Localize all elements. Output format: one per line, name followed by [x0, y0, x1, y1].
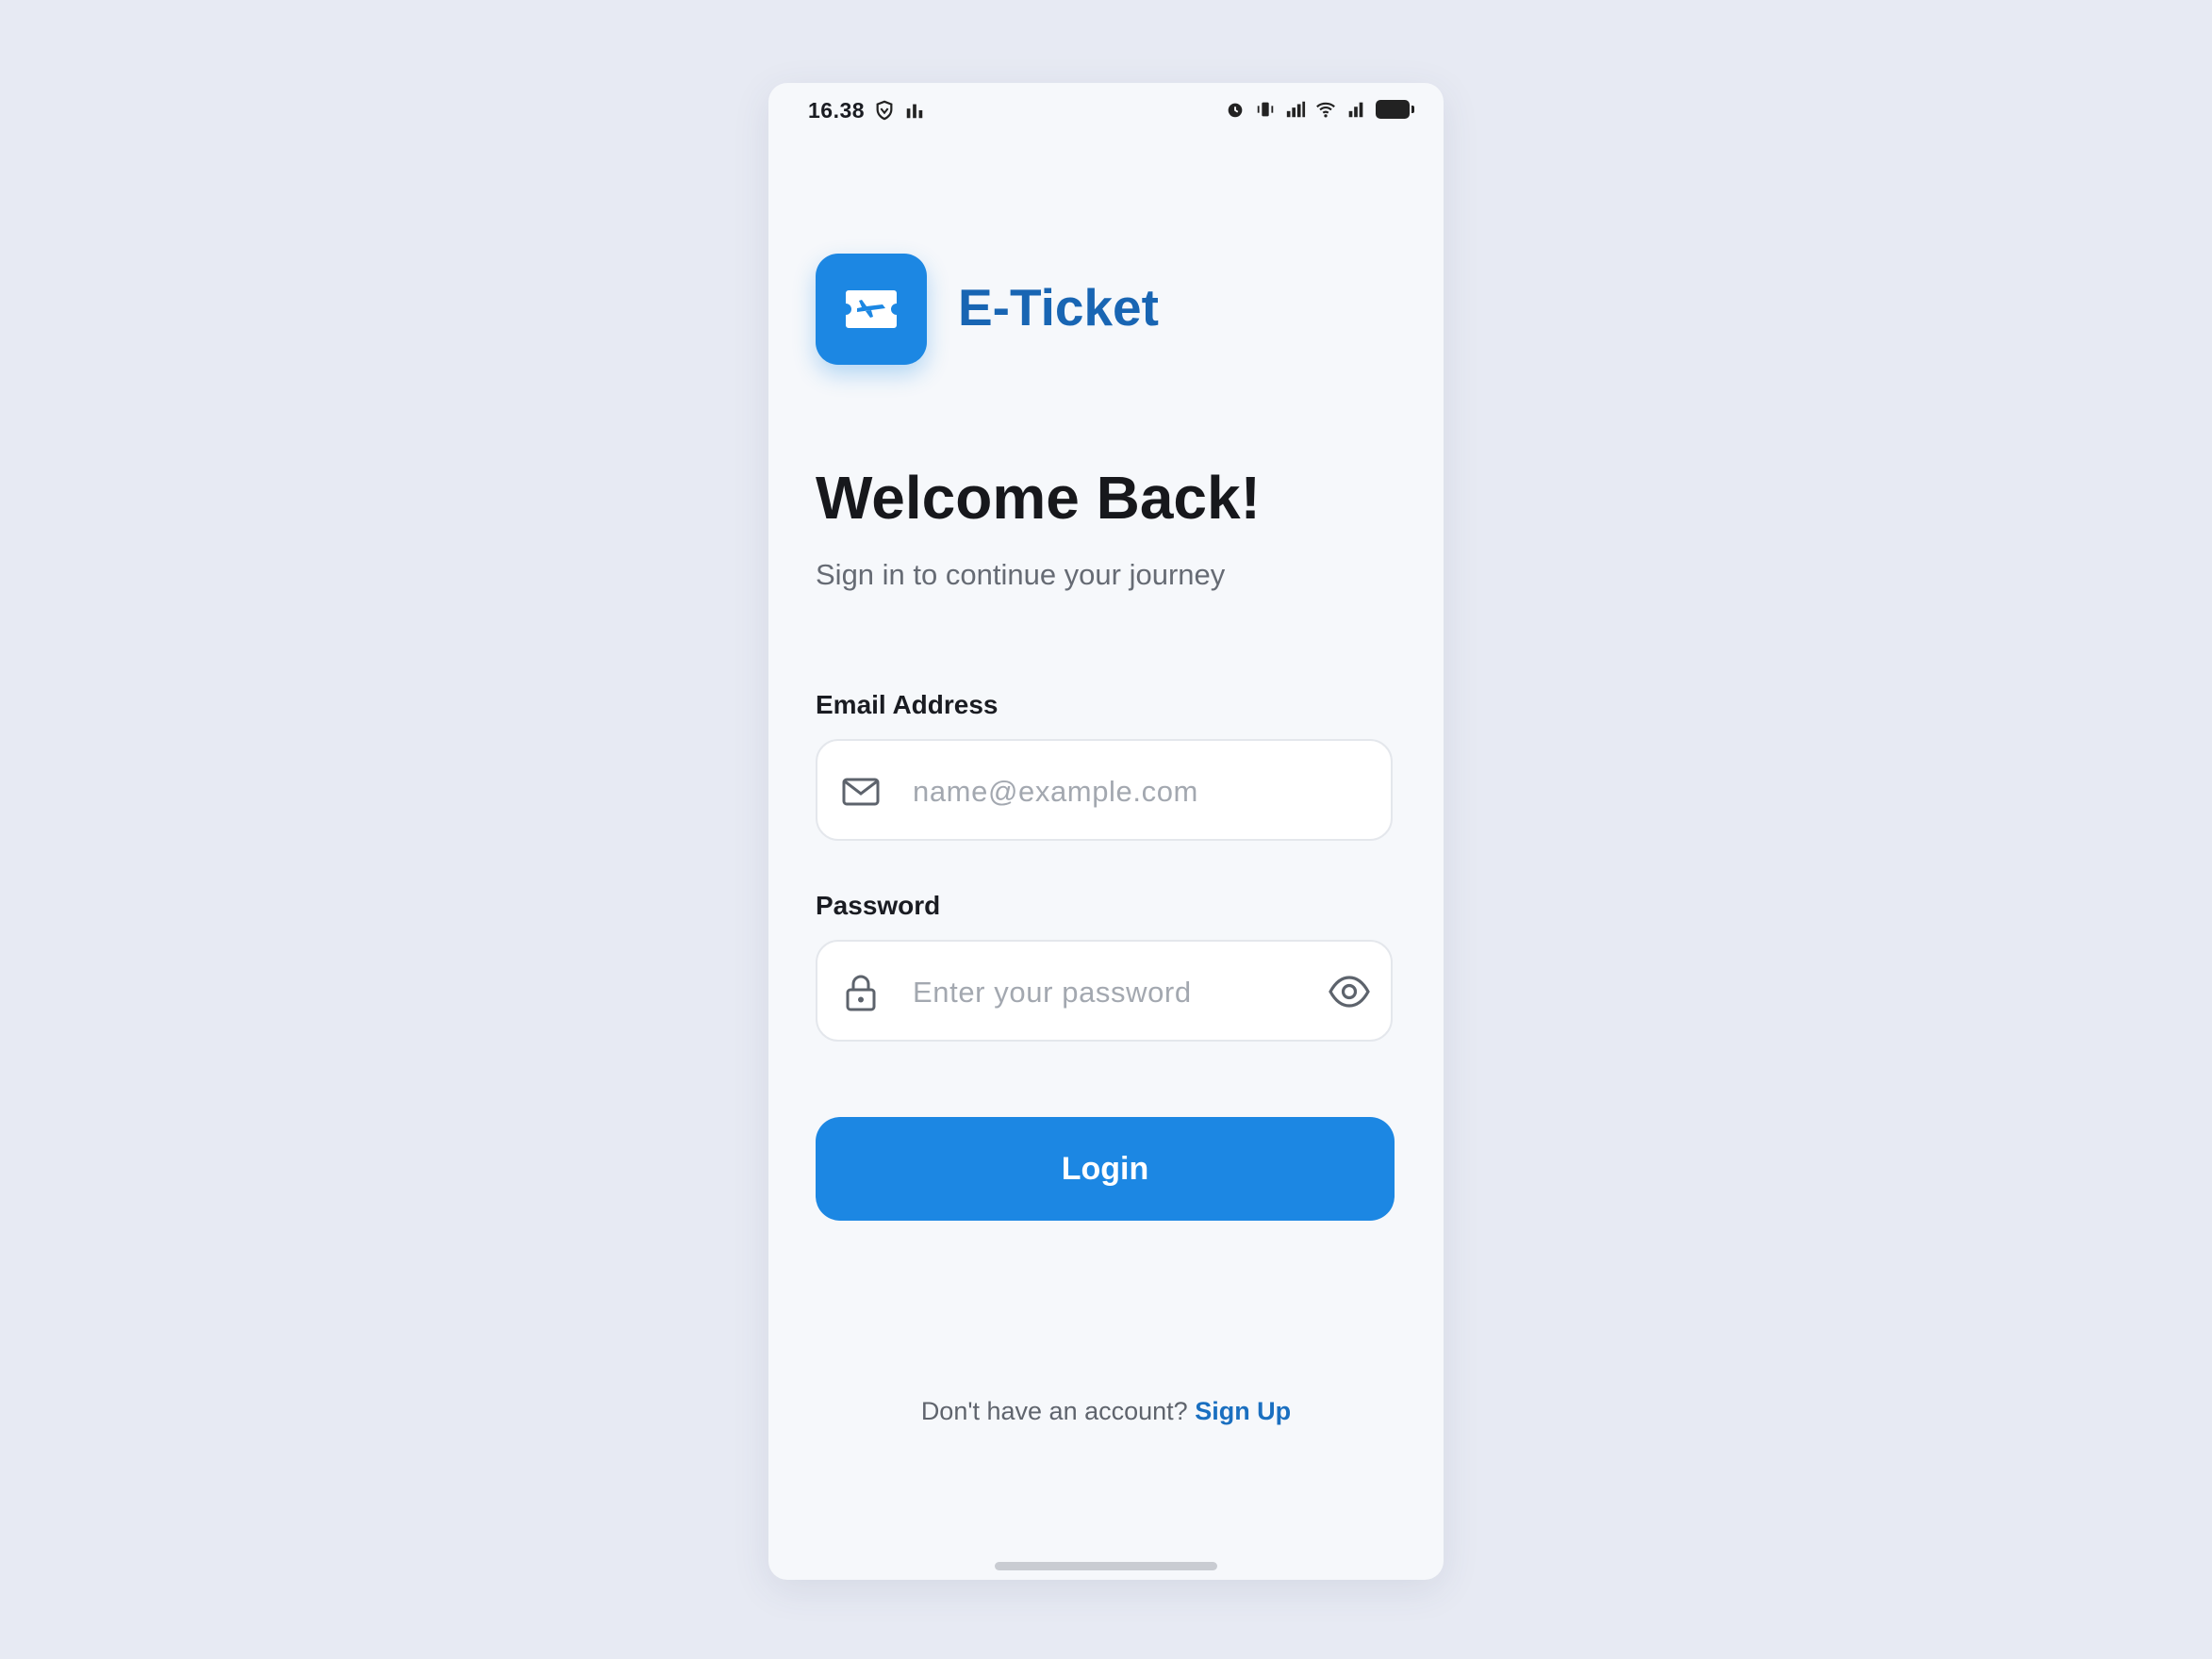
email-placeholder: name@example.com: [913, 775, 1198, 808]
lock-icon: [846, 975, 876, 1011]
app-name: E-Ticket: [958, 278, 1159, 337]
alarm-icon: [1228, 103, 1243, 118]
chart-icon: [906, 104, 923, 119]
vibrate-icon: [1257, 102, 1274, 117]
status-bar: 16.38: [768, 83, 1444, 140]
eye-icon[interactable]: [1329, 973, 1370, 1010]
password-label: Password: [816, 891, 941, 920]
wifi-icon: [1316, 102, 1335, 118]
welcome-subtitle: Sign in to continue your journey: [816, 558, 1226, 591]
ticket-plane-icon: [846, 290, 897, 328]
login-button[interactable]: Login: [816, 1117, 1395, 1221]
signup-link[interactable]: Sign Up: [1195, 1397, 1291, 1425]
app-logo: [816, 254, 927, 365]
signal-bars-icon: [1348, 102, 1363, 118]
phone-screen: 16.38 E-Ticket Welcome Back! Sign in to …: [768, 83, 1444, 1580]
mobile-signal-icon: [1286, 101, 1306, 118]
signup-row: Don't have an account? Sign Up: [768, 1396, 1444, 1426]
email-input[interactable]: name@example.com: [816, 739, 1393, 841]
welcome-title: Welcome Back!: [816, 464, 1261, 532]
password-input[interactable]: Enter your password: [816, 940, 1393, 1042]
home-indicator: [995, 1562, 1217, 1570]
password-placeholder: Enter your password: [913, 976, 1192, 1009]
signup-prompt: Don't have an account?: [920, 1397, 1188, 1425]
battery-icon: [1376, 100, 1414, 119]
shield-icon: [876, 100, 893, 121]
status-time: 16.38: [808, 98, 866, 123]
mail-icon: [842, 778, 880, 806]
email-label: Email Address: [816, 690, 999, 719]
